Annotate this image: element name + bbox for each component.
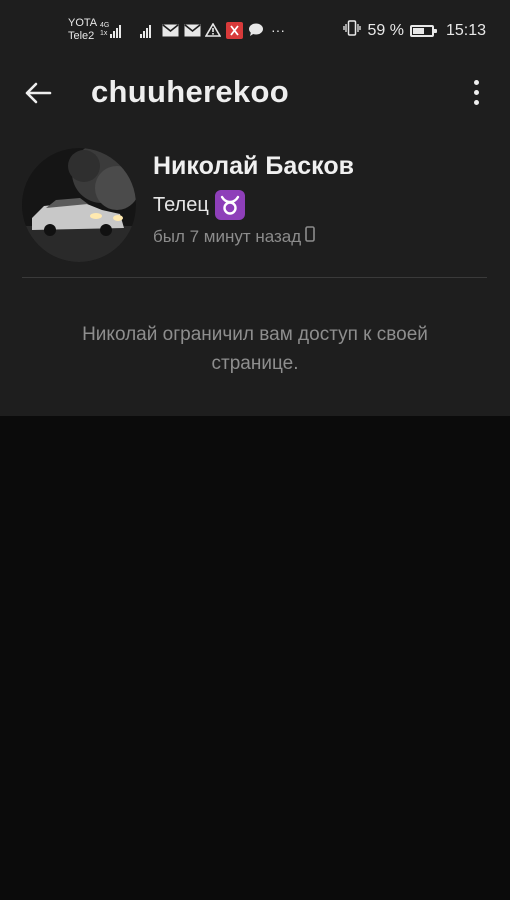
arrow-left-icon [25, 82, 52, 104]
restricted-message: Николай ограничил вам доступ к своей стр… [82, 324, 428, 374]
more-menu-button[interactable] [464, 76, 488, 108]
last-seen-row: был 7 минут назад [153, 226, 315, 247]
zodiac-label: Телец [153, 193, 209, 216]
screen: YOTA Tele2 4G 1x ··· 59 % 15:13 chuuhere… [0, 0, 510, 900]
network-type-bottom: 1x [100, 30, 108, 37]
divider [22, 277, 487, 278]
warning-icon [204, 22, 222, 38]
vibrate-icon [343, 20, 362, 41]
mail-icon [161, 22, 179, 38]
app-x-icon [225, 21, 243, 39]
signal-icon [110, 25, 121, 38]
profile-name: Николай Басков [153, 152, 354, 180]
taurus-icon [214, 190, 245, 220]
battery-level [412, 27, 424, 34]
page-title: chuuherekoo [91, 74, 289, 109]
network-type-top: 4G [100, 22, 110, 29]
zodiac-row: Телец [153, 190, 245, 220]
battery-percent: 59 % [367, 21, 404, 39]
network-type: 4G 1x [100, 22, 109, 38]
battery-icon [409, 24, 437, 37]
overflow-dots: ··· [271, 22, 285, 38]
mail-icon [183, 22, 201, 38]
carrier-names: YOTA Tele2 [68, 17, 97, 43]
status-right: 59 % 15:13 [343, 20, 486, 41]
last-seen-text: был 7 минут назад [153, 226, 302, 246]
phone-icon [305, 226, 315, 247]
status-bar: YOTA Tele2 4G 1x ··· 59 % 15:13 [0, 0, 510, 62]
carrier-1: YOTA [68, 17, 98, 29]
more-vertical-icon [473, 79, 479, 85]
signal-icon [140, 25, 151, 38]
back-button[interactable] [18, 75, 58, 111]
avatar-photo [22, 148, 136, 262]
chat-icon [247, 22, 265, 38]
app-header: chuuherekoo [0, 62, 510, 124]
avatar[interactable] [22, 148, 136, 262]
profile-card: Николай Басков Телец был 7 минут назад Н… [0, 124, 510, 416]
clock: 15:13 [445, 21, 486, 39]
carrier-2: Tele2 [68, 30, 95, 42]
